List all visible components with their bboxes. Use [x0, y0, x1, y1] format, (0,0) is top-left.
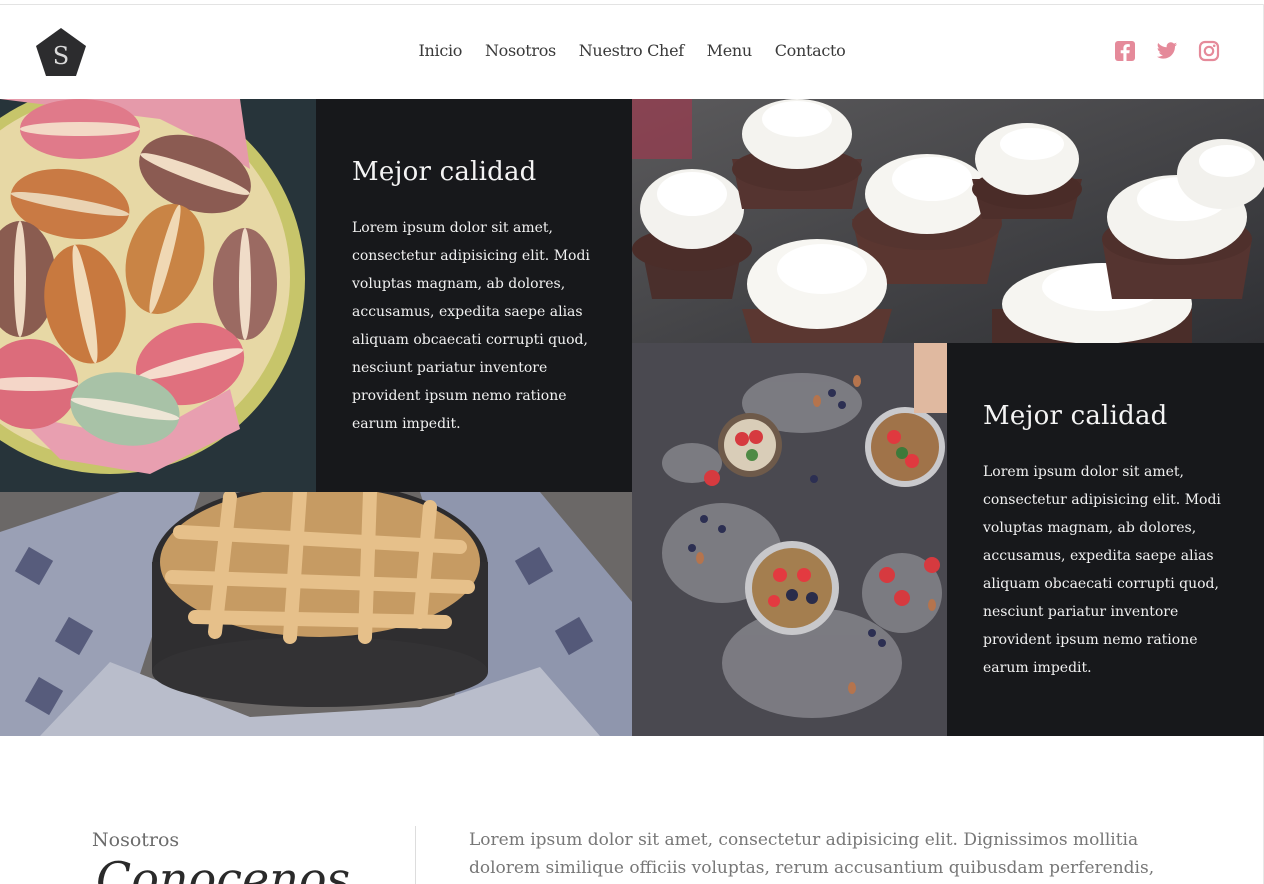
- quality-panel-2: Mejor calidad Lorem ipsum dolor sit amet…: [947, 343, 1264, 736]
- about-label: Nosotros: [92, 829, 180, 851]
- about-heading: Conocenos: [96, 852, 351, 884]
- facebook-icon[interactable]: [1114, 40, 1136, 62]
- social-links: [1114, 40, 1220, 62]
- panel-text: Lorem ipsum dolor sit amet, consectetur …: [352, 220, 590, 432]
- panel-title: Mejor calidad: [352, 157, 537, 187]
- nav-link-menu[interactable]: Menu: [707, 41, 753, 60]
- quality-panel-1: Mejor calidad Lorem ipsum dolor sit amet…: [316, 99, 632, 492]
- nav-link-inicio[interactable]: Inicio: [418, 41, 462, 60]
- panel-title: Mejor calidad: [983, 401, 1168, 431]
- nav-link-nosotros[interactable]: Nosotros: [485, 41, 556, 60]
- nav-link-nuestro-chef[interactable]: Nuestro Chef: [579, 41, 684, 60]
- about-text: Lorem ipsum dolor sit amet, consectetur …: [469, 830, 1155, 878]
- panel-text: Lorem ipsum dolor sit amet, consectetur …: [983, 464, 1221, 676]
- instagram-icon[interactable]: [1198, 40, 1220, 62]
- gallery-grid: Mejor calidad Lorem ipsum dolor sit amet…: [0, 99, 1264, 736]
- twitter-icon[interactable]: [1156, 40, 1178, 62]
- nav-link-contacto[interactable]: Contacto: [775, 41, 846, 60]
- site-header: S Inicio Nosotros Nuestro Chef Menu Cont…: [0, 5, 1264, 99]
- main-nav: Inicio Nosotros Nuestro Chef Menu Contac…: [0, 41, 1264, 60]
- apple-pie-photo: [0, 492, 632, 736]
- macarons-photo: [0, 99, 316, 492]
- about-divider: [415, 826, 416, 884]
- berries-photo: [632, 343, 947, 736]
- cupcakes-photo: [632, 99, 1264, 343]
